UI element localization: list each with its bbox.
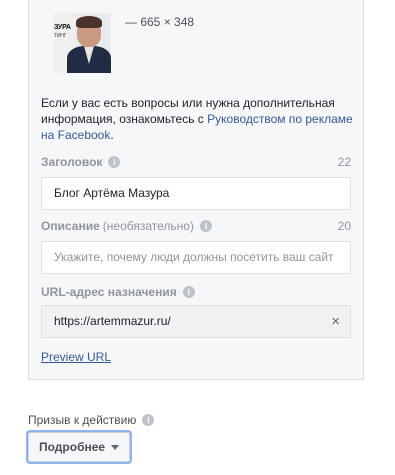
cta-label: Призыв к действию i [28,413,155,427]
cta-selected-value: Подробнее [39,440,106,454]
help-text-after: . [110,128,114,142]
description-label-text: Описание [41,219,100,233]
thumbnail-logo: ЗУРА ТИНГ [54,24,71,40]
description-char-counter: 20 [337,219,351,233]
headline-label: Заголовок i [41,155,121,169]
info-icon[interactable]: i [108,156,121,168]
description-input[interactable]: Укажите, почему люди должны посетить ваш… [41,241,351,274]
cta-dropdown-button[interactable]: Подробнее [28,432,130,462]
chevron-down-icon [111,444,120,450]
headline-input-value: Блог Артёма Мазура [54,186,170,200]
info-icon[interactable]: i [182,286,195,298]
info-icon[interactable]: i [142,414,155,426]
info-icon[interactable]: i [199,220,212,232]
headline-label-text: Заголовок [41,155,103,169]
destination-url-input[interactable]: https://artemmazur.ru/ × [41,305,351,338]
image-dimensions: — 665 × 348 [125,15,195,29]
thumbnail-logo-line1: ЗУРА [54,24,71,31]
clear-icon[interactable]: × [331,306,340,337]
ad-image-thumbnail[interactable]: ЗУРА ТИНГ [53,13,111,73]
description-label: Описание (необязательно) i [41,219,212,233]
help-text: Если у вас есть вопросы или нужна дополн… [41,95,357,143]
headline-input[interactable]: Блог Артёма Мазура [41,177,351,210]
ad-creative-panel: ЗУРА ТИНГ — 665 × 348 Если у вас есть во… [28,0,364,380]
description-optional-text: (необязательно) [102,219,194,233]
thumbnail-logo-line2: ТИНГ [54,33,67,39]
preview-url-link[interactable]: Preview URL [41,350,111,364]
url-label-text: URL-адрес назначения [41,285,177,299]
headline-char-counter: 22 [337,155,351,169]
cta-label-text: Призыв к действию [28,413,137,427]
description-placeholder: Укажите, почему люди должны посетить ваш… [54,250,334,264]
destination-url-value: https://artemmazur.ru/ [54,314,171,328]
url-label: URL-адрес назначения i [41,285,195,299]
thumbnail-person-hair [76,16,102,28]
